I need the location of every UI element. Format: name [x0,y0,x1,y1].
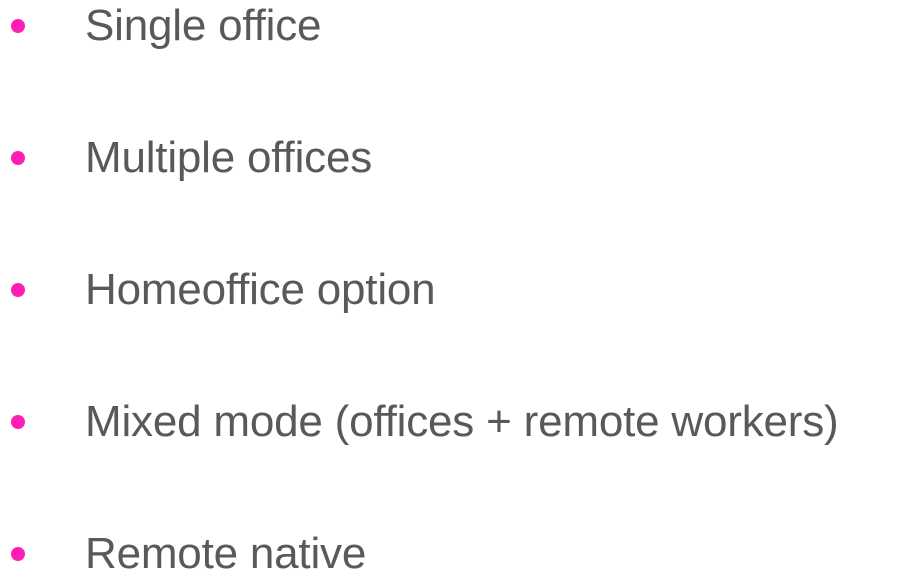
list-item-mixed-mode: Mixed mode (offices + remote workers) [0,392,924,452]
bullet-dot-icon [11,151,25,165]
list-item-label: Mixed mode (offices + remote workers) [85,397,839,446]
list-item-homeoffice-option: Homeoffice option [0,260,924,320]
list-item-single-office: Single office [0,0,924,56]
bullet-dot-icon [11,19,25,33]
list-item-multiple-offices: Multiple offices [0,128,924,188]
bullet-dot-icon [11,547,25,561]
list-item-label: Single office [85,1,322,50]
bullet-dot-icon [11,415,25,429]
list-item-label: Remote native [85,529,367,575]
list-item-remote-native: Remote native [0,524,924,575]
bullet-dot-icon [11,283,25,297]
office-mode-list: Single office Multiple offices Homeoffic… [0,0,924,575]
list-item-label: Homeoffice option [85,265,436,314]
list-item-label: Multiple offices [85,133,373,182]
